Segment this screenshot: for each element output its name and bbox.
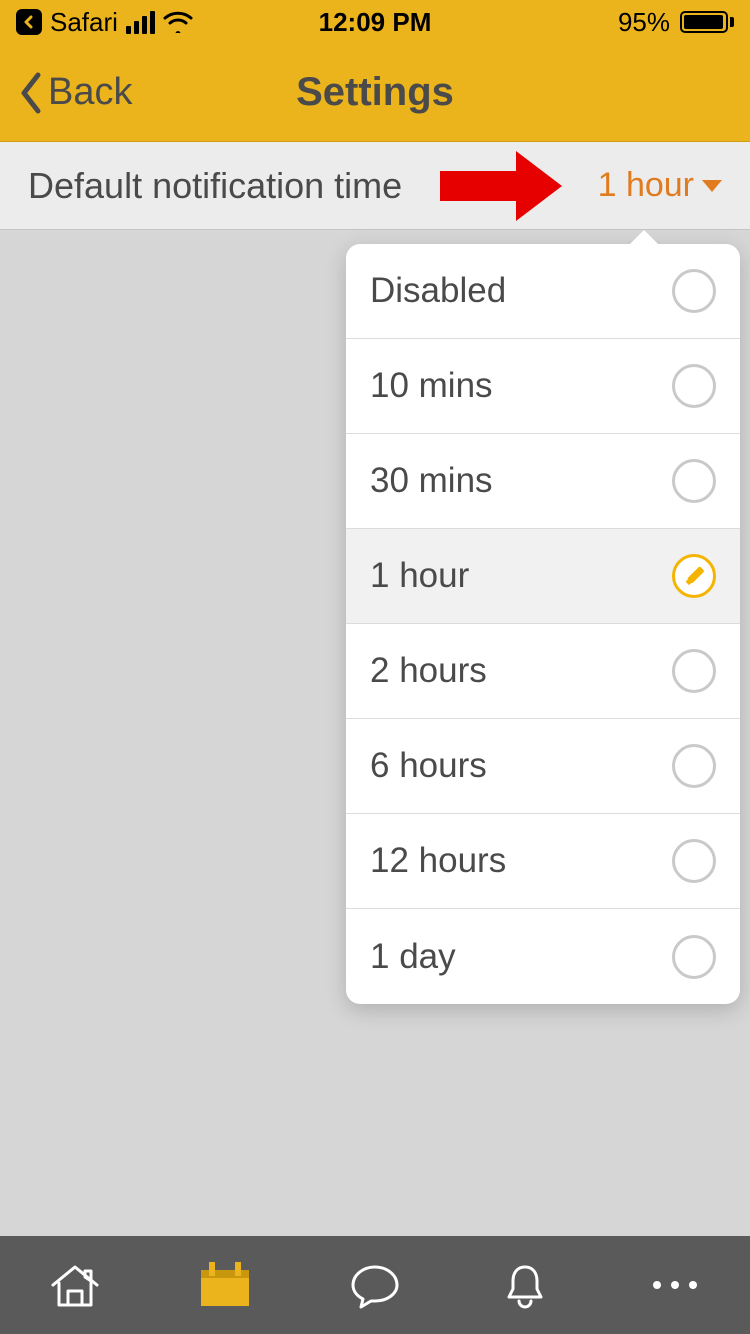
tab-home[interactable]	[0, 1236, 150, 1334]
dropdown-option[interactable]: 6 hours	[346, 719, 740, 814]
battery-percent: 95%	[618, 7, 670, 38]
battery-icon	[676, 11, 734, 33]
dropdown-option-label: 1 hour	[370, 556, 469, 596]
main-content-area: Disabled 10 mins 30 mins 1 hour 2 hours 6 hou…	[0, 230, 750, 1236]
radio-unselected-icon	[672, 744, 716, 788]
bell-icon	[501, 1261, 549, 1309]
cellular-signal-icon	[126, 11, 155, 34]
radio-selected-icon	[672, 554, 716, 598]
dropdown-option[interactable]: 1 hour	[346, 529, 740, 624]
dropdown-option[interactable]: 12 hours	[346, 814, 740, 909]
radio-unselected-icon	[672, 935, 716, 979]
dropdown-option[interactable]: Disabled	[346, 244, 740, 339]
status-left-cluster: Safari	[16, 7, 193, 38]
radio-unselected-icon	[672, 839, 716, 883]
dropdown-option[interactable]: 1 day	[346, 909, 740, 1004]
chevron-left-icon	[18, 71, 44, 115]
setting-label: Default notification time	[28, 165, 402, 207]
dropdown-option[interactable]: 30 mins	[346, 434, 740, 529]
dropdown-option-label: 6 hours	[370, 746, 487, 786]
calendar-icon	[197, 1260, 253, 1310]
chat-icon	[349, 1261, 401, 1309]
navigation-bar: Back Settings	[0, 44, 750, 142]
home-icon	[49, 1261, 101, 1309]
status-app-label[interactable]: Safari	[50, 7, 118, 38]
status-bar: Safari 12:09 PM 95%	[0, 0, 750, 44]
annotation-arrow-icon	[440, 151, 570, 221]
wifi-icon	[163, 11, 193, 33]
dropdown-option[interactable]: 2 hours	[346, 624, 740, 719]
status-right-cluster: 95%	[618, 7, 734, 38]
dropdown-option[interactable]: 10 mins	[346, 339, 740, 434]
setting-value-dropdown-trigger[interactable]: 1 hour	[598, 166, 722, 205]
tab-more[interactable]	[600, 1236, 750, 1334]
tab-notifications[interactable]	[450, 1236, 600, 1334]
dropdown-option-label: 2 hours	[370, 651, 487, 691]
notification-time-dropdown: Disabled 10 mins 30 mins 1 hour 2 hours 6 hou…	[346, 244, 740, 1004]
radio-unselected-icon	[672, 269, 716, 313]
default-notification-time-row[interactable]: Default notification time 1 hour	[0, 142, 750, 230]
popover-arrow-icon	[628, 230, 660, 246]
tab-chat[interactable]	[300, 1236, 450, 1334]
back-button[interactable]: Back	[18, 71, 132, 115]
tab-bar	[0, 1236, 750, 1334]
dropdown-option-label: 10 mins	[370, 366, 493, 406]
dropdown-option-label: 12 hours	[370, 841, 506, 881]
back-to-safari-icon[interactable]	[16, 9, 42, 35]
more-icon	[653, 1281, 697, 1289]
radio-unselected-icon	[672, 459, 716, 503]
radio-unselected-icon	[672, 364, 716, 408]
setting-value: 1 hour	[598, 166, 694, 205]
tab-calendar[interactable]	[150, 1236, 300, 1334]
dropdown-option-label: Disabled	[370, 271, 506, 311]
dropdown-option-label: 1 day	[370, 937, 456, 977]
dropdown-option-label: 30 mins	[370, 461, 493, 501]
radio-unselected-icon	[672, 649, 716, 693]
back-label: Back	[48, 71, 132, 114]
caret-down-icon	[702, 180, 722, 192]
